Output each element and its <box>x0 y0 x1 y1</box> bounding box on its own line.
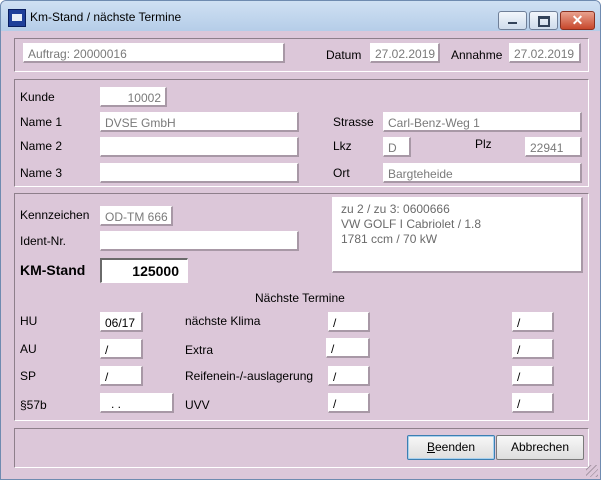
naechste-termine-heading: Nächste Termine <box>255 291 345 305</box>
ort-label: Ort <box>333 166 350 180</box>
strasse-field[interactable]: Carl-Benz-Weg 1 <box>383 112 582 132</box>
km-stand-label: KM-Stand <box>20 262 86 278</box>
reifen-label: Reifenein-/-auslagerung <box>185 369 314 383</box>
plz-field[interactable]: 22941 <box>525 137 582 157</box>
maximize-button[interactable] <box>529 11 558 30</box>
uvv-field-2[interactable]: / <box>512 393 554 413</box>
ident-nr-label: Ident-Nr. <box>20 234 67 248</box>
extra-label: Extra <box>185 343 214 357</box>
window-title: Km-Stand / nächste Termine <box>30 10 182 24</box>
resize-grip-icon[interactable] <box>586 465 598 477</box>
ort-field[interactable]: Bargteheide <box>383 163 582 183</box>
ident-nr-field[interactable] <box>100 231 299 251</box>
lkz-field[interactable]: D <box>383 137 411 157</box>
annahme-field[interactable]: 27.02.2019 <box>509 43 581 63</box>
annahme-label: Annahme <box>451 48 503 62</box>
beenden-mnemonic: B <box>426 440 435 454</box>
reifen-field-2[interactable]: / <box>512 366 554 386</box>
s57b-label: §57b <box>20 398 47 412</box>
vehicle-info-line2: VW GOLF I Cabriolet / 1.8 <box>341 217 482 231</box>
klima-field-1[interactable]: / <box>328 312 370 332</box>
extra-field-2[interactable]: / <box>512 339 554 359</box>
hu-field[interactable]: 06/17 <box>100 312 143 332</box>
sp-label: SP <box>20 369 37 383</box>
close-icon: ✕ <box>571 12 584 28</box>
plz-label: Plz <box>475 137 492 151</box>
hu-label: HU <box>20 314 38 328</box>
strasse-label: Strasse <box>333 115 374 129</box>
klima-label: nächste Klima <box>185 314 261 328</box>
datum-field[interactable]: 27.02.2019 <box>370 43 440 63</box>
reifen-field-1[interactable]: / <box>328 366 370 386</box>
sp-field[interactable]: / <box>100 366 143 386</box>
minimize-button[interactable] <box>498 11 527 30</box>
lkz-label: Lkz <box>333 139 352 153</box>
kunde-label: Kunde <box>20 90 55 104</box>
name3-field[interactable] <box>100 163 299 183</box>
name1-label: Name 1 <box>20 115 63 129</box>
minimize-icon <box>508 22 517 24</box>
km-stand-field[interactable]: 125000 <box>100 258 188 283</box>
title-bar[interactable]: Km-Stand / nächste Termine ✕ <box>1 1 600 31</box>
au-label: AU <box>20 342 37 356</box>
app-icon[interactable] <box>8 9 26 27</box>
vehicle-info-box: zu 2 / zu 3: 0600666 VW GOLF I Cabriolet… <box>332 197 583 273</box>
datum-label: Datum <box>326 48 362 62</box>
abbrechen-button[interactable]: Abbrechen <box>496 435 584 460</box>
name2-label: Name 2 <box>20 139 63 153</box>
beenden-button[interactable]: Beenden <box>407 435 495 460</box>
maximize-icon <box>538 16 550 27</box>
kunde-field[interactable]: 10002 <box>100 87 167 107</box>
kennzeichen-label: Kennzeichen <box>20 208 90 222</box>
auftrag-field[interactable]: Auftrag: 20000016 <box>23 43 285 63</box>
uvv-field-1[interactable]: / <box>328 393 370 413</box>
name2-field[interactable] <box>100 137 299 157</box>
name1-field[interactable]: DVSE GmbH <box>100 112 299 132</box>
klima-field-2[interactable]: / <box>512 312 554 332</box>
close-button[interactable]: ✕ <box>560 11 595 30</box>
km-stand-window: Km-Stand / nächste Termine ✕ Auftrag: 20… <box>0 0 601 480</box>
extra-field-1[interactable]: / <box>326 338 370 358</box>
beenden-label-rest: eenden <box>434 440 476 454</box>
uvv-label: UVV <box>185 398 210 412</box>
name3-label: Name 3 <box>20 166 63 180</box>
vehicle-info-line1: zu 2 / zu 3: 0600666 <box>341 202 450 216</box>
kennzeichen-field[interactable]: OD-TM 666 <box>100 206 173 226</box>
au-field[interactable]: / <box>100 339 143 359</box>
vehicle-info-line3: 1781 ccm / 70 kW <box>341 232 438 246</box>
s57b-field[interactable]: . . <box>100 393 174 413</box>
